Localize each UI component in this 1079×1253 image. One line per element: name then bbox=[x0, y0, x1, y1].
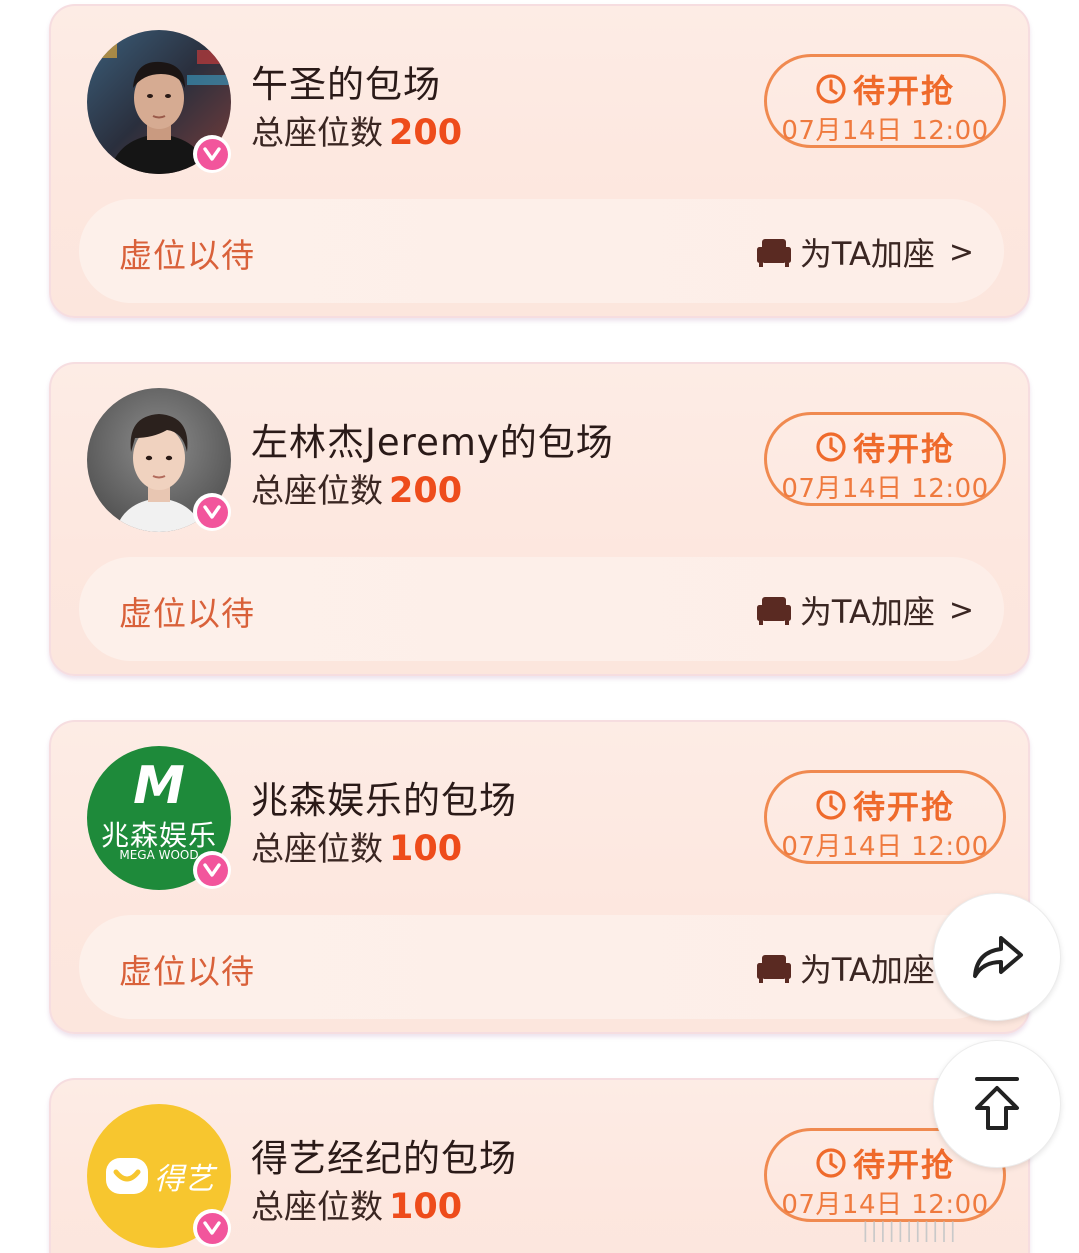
vacant-text: 虚位以待 bbox=[119, 236, 255, 275]
total-seats-label: 总座位数 bbox=[251, 1187, 383, 1226]
status-label: 待开抢 bbox=[852, 788, 955, 826]
total-seats: 总座位数 200 bbox=[251, 464, 462, 512]
booking-card[interactable]: M 兆森娱乐 MEGA WOOD 兆森娱乐的包场 总座位数 100 待开抢 07月… bbox=[49, 720, 1030, 1034]
status-pill[interactable]: 待开抢 07月14日 12:00 bbox=[764, 770, 1006, 864]
sofa-icon bbox=[756, 955, 791, 983]
status-pill[interactable]: 待开抢 07月14日 12:00 bbox=[764, 54, 1006, 148]
sofa-icon bbox=[756, 239, 791, 267]
back-to-top-icon bbox=[975, 1077, 1019, 1130]
add-seat-button[interactable]: 为TA加座 > bbox=[756, 587, 974, 633]
booking-card[interactable]: 午圣的包场 总座位数 200 待开抢 07月14日 12:00 虚位以待 为TA加… bbox=[49, 4, 1030, 318]
status-pill[interactable]: 待开抢 07月14日 12:00 bbox=[764, 412, 1006, 506]
chevron-right-icon: > bbox=[948, 592, 974, 628]
add-seat-label: 为TA加座 bbox=[799, 951, 935, 989]
seat-bar: 虚位以待 为TA加座 > bbox=[79, 199, 1004, 303]
smile-logo-icon bbox=[106, 1158, 148, 1194]
total-seats: 总座位数 100 bbox=[251, 1180, 462, 1228]
seat-bar: 虚位以待 为TA加座 > bbox=[79, 557, 1004, 661]
status-label: 待开抢 bbox=[852, 1146, 955, 1184]
booking-title: 得艺经纪的包场 bbox=[251, 1137, 517, 1180]
total-seats-label: 总座位数 bbox=[251, 471, 383, 510]
start-time: 07月14日 12:00 bbox=[781, 832, 989, 862]
clock-icon bbox=[816, 1148, 846, 1178]
total-seats-label: 总座位数 bbox=[251, 829, 383, 868]
share-button[interactable] bbox=[933, 893, 1061, 1021]
booking-title: 兆森娱乐的包场 bbox=[251, 779, 517, 822]
clock-icon bbox=[816, 74, 846, 104]
share-icon bbox=[973, 936, 1023, 978]
total-seats-label: 总座位数 bbox=[251, 113, 383, 152]
verified-badge-icon bbox=[193, 493, 231, 531]
total-seats-value: 100 bbox=[389, 1187, 463, 1227]
vacant-text: 虚位以待 bbox=[119, 594, 255, 633]
seat-bar: 虚位以待 为TA加座 > bbox=[79, 915, 1004, 1019]
chevron-right-icon: > bbox=[948, 234, 974, 270]
total-seats-value: 100 bbox=[389, 829, 463, 869]
start-time: 07月14日 12:00 bbox=[781, 474, 989, 504]
status-label: 待开抢 bbox=[852, 430, 955, 468]
add-seat-label: 为TA加座 bbox=[799, 235, 935, 273]
total-seats: 总座位数 200 bbox=[251, 106, 462, 154]
clock-icon bbox=[816, 432, 846, 462]
start-time: 07月14日 12:00 bbox=[781, 116, 989, 146]
logo-name: 得艺 bbox=[154, 1162, 214, 1197]
back-to-top-button[interactable] bbox=[933, 1040, 1061, 1168]
booking-card[interactable]: 左林杰Jeremy的包场 总座位数 200 待开抢 07月14日 12:00 虚位… bbox=[49, 362, 1030, 676]
add-seat-label: 为TA加座 bbox=[799, 593, 935, 631]
watermark: ||||||||||| bbox=[862, 1218, 959, 1242]
vacant-text: 虚位以待 bbox=[119, 952, 255, 991]
booking-title: 左林杰Jeremy的包场 bbox=[251, 421, 614, 464]
verified-badge-icon bbox=[193, 851, 231, 889]
total-seats-value: 200 bbox=[389, 113, 463, 153]
booking-title: 午圣的包场 bbox=[251, 63, 441, 106]
add-seat-button[interactable]: 为TA加座 > bbox=[756, 229, 974, 275]
logo-mark: M bbox=[133, 756, 185, 816]
verified-badge-icon bbox=[193, 1209, 231, 1247]
sofa-icon bbox=[756, 597, 791, 625]
start-time: 07月14日 12:00 bbox=[781, 1190, 989, 1220]
clock-icon bbox=[816, 790, 846, 820]
total-seats-value: 200 bbox=[389, 471, 463, 511]
status-label: 待开抢 bbox=[852, 72, 955, 110]
total-seats: 总座位数 100 bbox=[251, 822, 462, 870]
verified-badge-icon bbox=[193, 135, 231, 173]
